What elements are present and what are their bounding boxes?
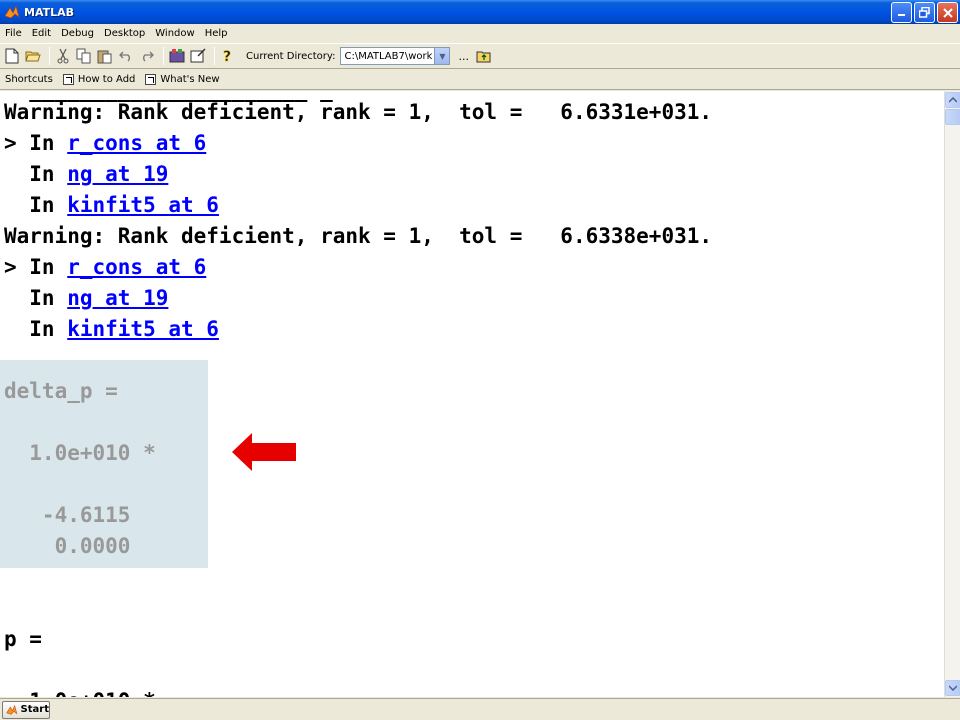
stack-link[interactable]: kinfit5 at 6 — [67, 193, 219, 217]
cut-icon[interactable] — [54, 47, 72, 65]
stack-link[interactable]: ng at 19 — [67, 286, 168, 310]
menu-debug[interactable]: Debug — [56, 28, 99, 39]
shortcuts-bar: Shortcuts How to Add What's New — [0, 70, 960, 90]
shortcut-icon — [145, 74, 157, 85]
folder-up-icon[interactable] — [475, 47, 493, 65]
scale-factor: 1.0e+010 * — [4, 441, 156, 465]
paste-icon[interactable] — [96, 47, 114, 65]
stack-line: In kinfit5 at 6 — [4, 317, 219, 341]
chevron-down-icon — [949, 685, 957, 691]
menu-bar: File Edit Debug Desktop Window Help — [0, 24, 960, 42]
shortcut-icon — [62, 74, 74, 85]
stack-line: > In r_cons at 6 — [4, 131, 207, 155]
toolbar-separator — [214, 47, 215, 65]
window-controls — [891, 2, 958, 23]
vertical-scrollbar[interactable] — [944, 91, 960, 697]
simulink-icon[interactable] — [168, 47, 186, 65]
toolbar: ? Current Directory: C:\MATLAB7\work ▼ .… — [0, 43, 960, 69]
scroll-thumb[interactable] — [945, 109, 960, 125]
window-title: MATLAB — [24, 5, 75, 19]
shortcut-how-to-add[interactable]: How to Add — [62, 74, 136, 85]
value-line: 0.0000 — [4, 534, 131, 558]
undo-icon[interactable] — [117, 47, 135, 65]
svg-text:?: ? — [223, 49, 231, 64]
menu-file[interactable]: File — [0, 28, 27, 39]
variable-header: delta_p = — [4, 379, 118, 403]
stack-link[interactable]: r_cons at 6 — [67, 131, 206, 155]
restore-icon — [919, 7, 930, 18]
shortcut-whats-new[interactable]: What's New — [145, 74, 220, 85]
copy-icon[interactable] — [75, 47, 93, 65]
help-icon[interactable]: ? — [219, 47, 237, 65]
maximize-button[interactable] — [914, 2, 935, 23]
value-line: -4.6115 — [4, 503, 131, 527]
chevron-down-icon[interactable]: ▼ — [434, 48, 450, 64]
open-folder-icon[interactable] — [24, 47, 42, 65]
stack-line: In kinfit5 at 6 — [4, 193, 219, 217]
start-button[interactable]: Start — [2, 700, 50, 719]
close-button[interactable] — [937, 2, 958, 23]
title-bar: MATLAB — [0, 0, 960, 24]
status-bar: Start — [0, 698, 960, 720]
shortcut-label: How to Add — [77, 74, 136, 85]
start-label: Start — [20, 704, 49, 715]
stack-line: In ng at 19 — [4, 162, 169, 186]
shortcut-label: What's New — [160, 74, 220, 85]
stack-line: In ng at 19 — [4, 286, 169, 310]
matlab-logo-icon — [6, 704, 18, 715]
matlab-logo-icon — [4, 4, 20, 19]
minimize-button[interactable] — [891, 2, 912, 23]
current-directory-select[interactable]: C:\MATLAB7\work ▼ — [340, 47, 451, 65]
chevron-up-icon — [949, 97, 957, 103]
redo-icon[interactable] — [138, 47, 156, 65]
warning-line: Warning: Rank deficient, rank = 1, tol =… — [4, 224, 713, 248]
menu-desktop[interactable]: Desktop — [99, 28, 150, 39]
current-directory-value: C:\MATLAB7\work — [344, 50, 433, 62]
guide-icon[interactable] — [189, 47, 207, 65]
menu-window[interactable]: Window — [150, 28, 199, 39]
current-directory-label: Current Directory: — [246, 50, 336, 62]
red-arrow-icon — [232, 433, 296, 471]
scale-factor: 1.0e+010 * — [4, 689, 155, 697]
stack-line: > In r_cons at 6 — [4, 255, 207, 279]
stack-link[interactable]: r_cons at 6 — [67, 255, 206, 279]
scroll-up-button[interactable] — [945, 92, 960, 108]
variable-header: p = — [4, 627, 42, 651]
toolbar-separator — [163, 47, 164, 65]
shortcuts-label[interactable]: Shortcuts — [5, 74, 53, 85]
menu-edit[interactable]: Edit — [27, 28, 56, 39]
warning-line: Warning: Rank deficient, rank = 1, tol =… — [4, 100, 713, 124]
minimize-icon — [898, 14, 905, 16]
menu-help[interactable]: Help — [200, 28, 233, 39]
scroll-down-button[interactable] — [945, 680, 960, 696]
command-window[interactable]: ______________________ _ Warning: Rank d… — [0, 91, 944, 697]
stack-link[interactable]: kinfit5 at 6 — [67, 317, 219, 341]
close-icon — [942, 7, 953, 18]
browse-button[interactable]: ... — [458, 50, 469, 63]
new-file-icon[interactable] — [3, 47, 21, 65]
stack-link[interactable]: ng at 19 — [67, 162, 168, 186]
toolbar-separator — [49, 47, 50, 65]
